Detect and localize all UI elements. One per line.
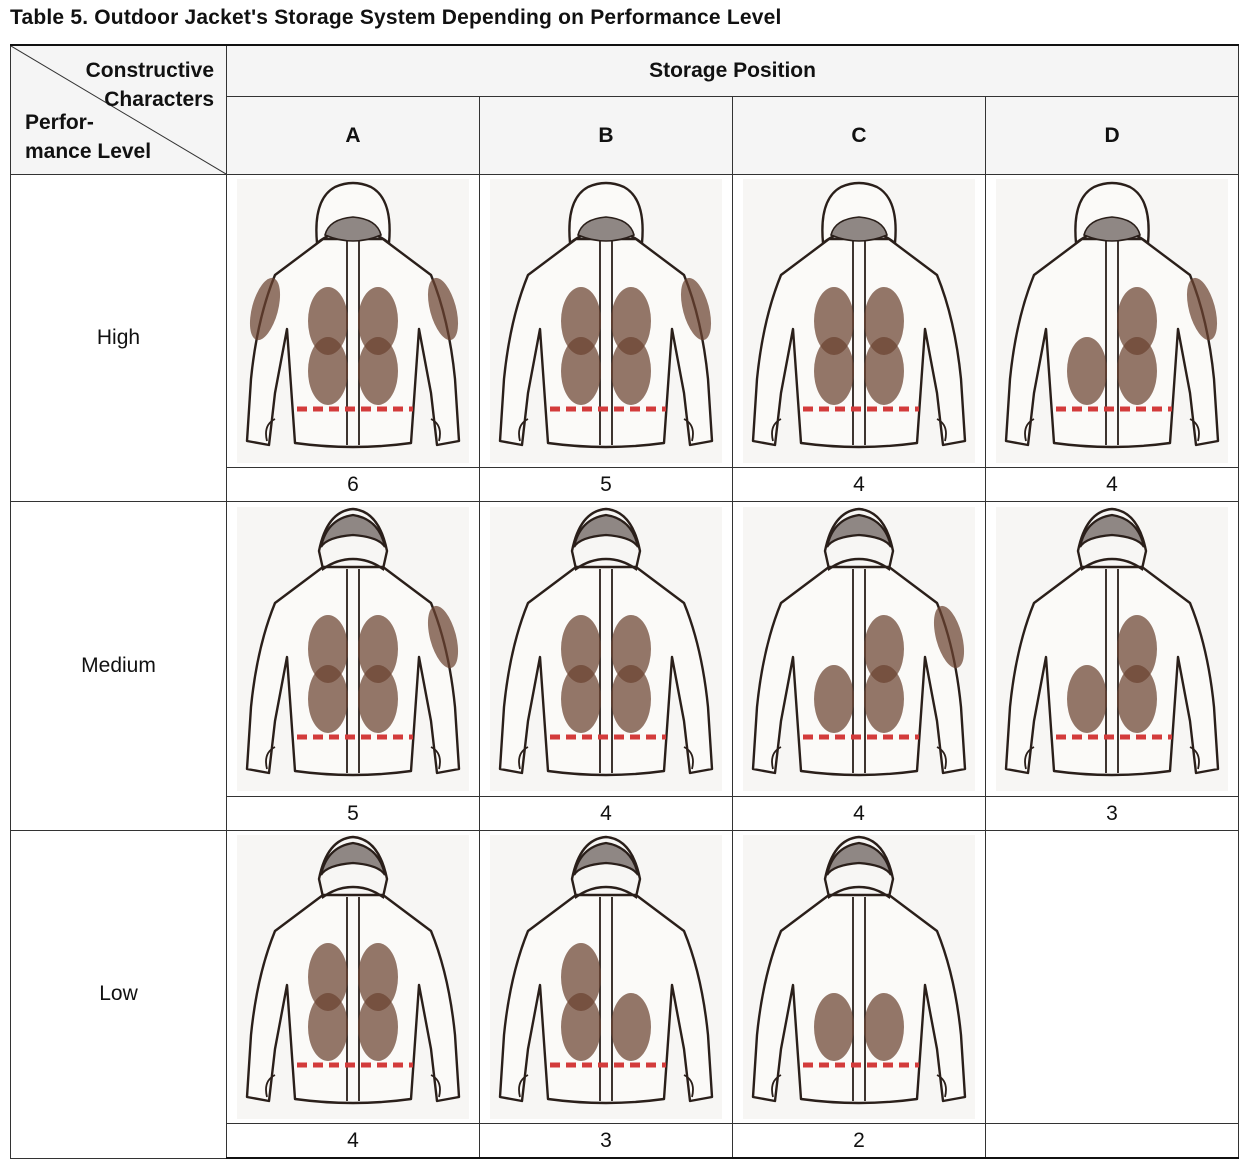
value-cell: 5 (479, 467, 733, 502)
value-cell: 4 (984, 467, 1240, 502)
hand-pocket-right (358, 337, 398, 405)
jacket-image (226, 501, 480, 797)
jacket-image (479, 174, 733, 468)
empty-cell (984, 830, 1240, 1124)
jacket-image (984, 174, 1240, 468)
jacket-image (226, 830, 480, 1124)
value-cell (984, 1123, 1240, 1159)
value-cell: 4 (732, 796, 986, 831)
jacket-image (732, 174, 986, 468)
value-cell: 4 (732, 467, 986, 502)
hand-pocket-left (561, 993, 601, 1061)
value-cell: 3 (479, 1123, 733, 1159)
storage-position-header: Storage Position (225, 44, 1240, 98)
performance-level-low: Low (10, 830, 227, 1159)
table-caption: Table 5. Outdoor Jacket's Storage System… (10, 6, 782, 29)
hand-pocket-right (1117, 665, 1158, 733)
hand-pocket-right (611, 337, 651, 405)
column-header-d: D (984, 96, 1240, 175)
column-header-a: A (226, 96, 480, 175)
hand-pocket-left (1067, 665, 1108, 733)
column-header-b: B (479, 96, 733, 175)
table-row: Low (10, 830, 1240, 1159)
hand-pocket-right (358, 993, 398, 1061)
hand-pocket-left (814, 993, 854, 1061)
constructive-characters-label: Constructive Characters (86, 56, 214, 114)
value-cell: 3 (984, 796, 1240, 831)
jacket-image (732, 501, 986, 797)
value-cell: 4 (479, 796, 733, 831)
table-row: Medium (10, 501, 1240, 831)
header-text: Constructive (85, 59, 214, 82)
hand-pocket-left (1067, 337, 1108, 405)
hand-pocket-left (308, 665, 348, 733)
performance-level-high: High (10, 174, 227, 502)
hand-pocket-left (561, 665, 601, 733)
hand-pocket-right (864, 665, 904, 733)
header-text: mance Level (25, 140, 152, 163)
hand-pocket-left (561, 337, 601, 405)
hand-pocket-left (308, 993, 348, 1061)
hand-pocket-left (814, 337, 854, 405)
performance-level-label: Perfor- mance Level (25, 108, 151, 166)
hand-pocket-right (611, 993, 651, 1061)
diagonal-header-cell: Constructive Characters Perfor- mance Le… (10, 44, 227, 175)
jacket-image (984, 501, 1240, 797)
jacket-image (226, 174, 480, 468)
performance-level-medium: Medium (10, 501, 227, 831)
hand-pocket-right (358, 665, 398, 733)
jacket-image (479, 501, 733, 797)
jacket-image (479, 830, 733, 1124)
hand-pocket-left (814, 665, 854, 733)
value-cell: 2 (732, 1123, 986, 1159)
storage-table: Constructive Characters Perfor- mance Le… (10, 44, 1240, 1159)
column-header-c: C (732, 96, 986, 175)
jacket-image (732, 830, 986, 1124)
header-text: Perfor- (25, 111, 94, 134)
table-row: High (10, 174, 1240, 502)
hand-pocket-left (308, 337, 348, 405)
hand-pocket-right (864, 993, 904, 1061)
value-cell: 6 (226, 467, 480, 502)
value-cell: 4 (226, 1123, 480, 1159)
hand-pocket-right (864, 337, 904, 405)
hand-pocket-right (611, 665, 651, 733)
hand-pocket-right (1117, 337, 1158, 405)
value-cell: 5 (226, 796, 480, 831)
